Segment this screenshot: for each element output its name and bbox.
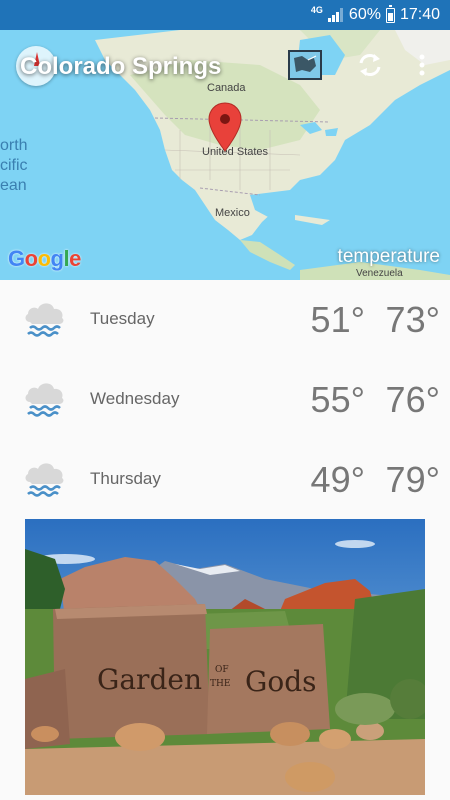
app-screen: 4G 60% 17:40 Canada United States Mexico…	[0, 0, 450, 800]
city-title: Colorado Springs	[20, 53, 222, 80]
forecast-high: 73°	[385, 299, 440, 340]
forecast-row[interactable]: Tuesday 51° 73°	[0, 280, 450, 360]
forecast-low: 55°	[310, 379, 365, 420]
rain-cloud-icon	[25, 463, 64, 497]
google-logo: Google	[8, 246, 81, 271]
overflow-menu-button[interactable]	[402, 45, 442, 85]
forecast-row[interactable]: Wednesday 55° 76°	[0, 360, 450, 440]
forecast-day: Thursday	[90, 469, 161, 488]
map-label-canada: Canada	[207, 82, 246, 94]
more-vert-icon	[419, 54, 425, 76]
forecast-list: Tuesday 51° 73° Wednesday 55° 76° Thursd…	[0, 280, 450, 520]
map-label-venezuela: Venezuela	[356, 268, 403, 279]
map-label-mexico: Mexico	[215, 207, 250, 219]
clock: 17:40	[399, 6, 440, 23]
signal-icon	[327, 8, 344, 22]
forecast-low: 51°	[310, 299, 365, 340]
forecast-high: 79°	[385, 459, 440, 500]
forecast-row[interactable]: Thursday 49° 79°	[0, 440, 450, 520]
map-label-ocean: orth cific ean	[0, 136, 28, 196]
map-button[interactable]	[285, 45, 325, 85]
ocean-line-1: orth	[0, 137, 28, 154]
map-icon	[288, 50, 322, 80]
rain-cloud-icon	[25, 383, 64, 417]
rain-cloud-icon	[25, 303, 64, 337]
location-pin-icon[interactable]	[207, 102, 243, 152]
forecast-high: 76°	[385, 379, 440, 420]
battery-icon	[385, 4, 395, 23]
forecast-day: Tuesday	[90, 309, 155, 328]
ocean-line-3: ean	[0, 177, 27, 194]
city-photo: Garden OF THE Gods	[25, 519, 425, 795]
forecast-low: 49°	[310, 459, 365, 500]
battery-percent: 60%	[348, 6, 381, 23]
garden-of-the-gods-image	[25, 519, 425, 795]
sign-word-the: THE	[210, 679, 231, 689]
status-bar: 4G 60% 17:40	[0, 0, 450, 30]
sign-word-garden: Garden	[97, 663, 202, 696]
sign-word-gods: Gods	[245, 665, 317, 698]
map-layer-label: temperature	[337, 246, 440, 267]
forecast-day: Wednesday	[90, 389, 180, 408]
refresh-icon	[359, 54, 381, 76]
network-type: 4G	[310, 5, 323, 15]
ocean-line-2: cific	[0, 157, 28, 174]
refresh-button[interactable]	[350, 45, 390, 85]
sign-word-of: OF	[215, 665, 229, 675]
